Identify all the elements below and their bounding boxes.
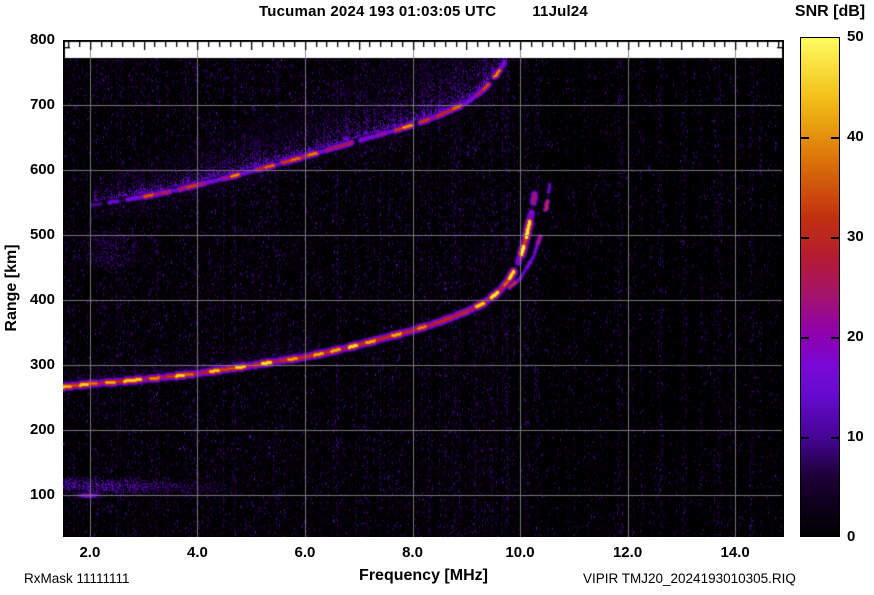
y-tick-label: 500 — [29, 226, 55, 243]
colorbar-tick — [801, 437, 809, 439]
y-tick-label: 700 — [29, 96, 55, 113]
x-tick-label: 2.0 — [79, 544, 101, 561]
rxmask-label: RxMask 11111111 — [24, 571, 130, 586]
x-tick-label: 12.0 — [612, 544, 643, 561]
colorbar-tick — [831, 237, 839, 239]
y-tick-label: 400 — [29, 291, 55, 308]
colorbar-tick — [801, 337, 809, 339]
ionogram-screenshot: Tucuman 2024 193 01:03:05 UTC 11Jul24 SN… — [0, 0, 874, 595]
y-tick-label: 300 — [29, 356, 55, 373]
plot-header: Tucuman 2024 193 01:03:05 UTC 11Jul24 — [63, 3, 784, 20]
y-tick-label: 600 — [29, 161, 55, 178]
snr-colorbar — [800, 37, 840, 537]
y-tick-label: 200 — [29, 421, 55, 438]
plot-title: Tucuman 2024 193 01:03:05 UTC — [259, 3, 497, 20]
filename-label: VIPIR TMJ20_2024193010305.RIQ — [583, 571, 796, 586]
colorbar-tick — [831, 437, 839, 439]
x-tick-label: 14.0 — [720, 544, 750, 561]
colorbar-tick-label: 20 — [847, 328, 864, 345]
y-tick-label: 100 — [29, 486, 55, 503]
plot-date: 11Jul24 — [532, 3, 588, 20]
x-tick-label: 8.0 — [402, 544, 423, 561]
colorbar-tick — [831, 137, 839, 139]
x-tick-label: 4.0 — [186, 544, 208, 561]
colorbar-title: SNR [dB] — [794, 3, 866, 20]
colorbar-tick-label: 40 — [847, 128, 864, 145]
x-tick-label: 10.0 — [505, 544, 535, 561]
x-tick-label: 6.0 — [294, 544, 316, 561]
y-tick-label: 800 — [29, 31, 55, 48]
colorbar-tick-label: 50 — [847, 28, 864, 45]
colorbar-tick — [801, 237, 809, 239]
colorbar-tick — [831, 337, 839, 339]
colorbar-tick-label: 30 — [847, 228, 864, 245]
colorbar-tick-label: 0 — [847, 528, 856, 545]
ionogram-heatmap — [63, 40, 784, 537]
colorbar-tick — [801, 137, 809, 139]
colorbar-tick-label: 10 — [847, 428, 864, 445]
